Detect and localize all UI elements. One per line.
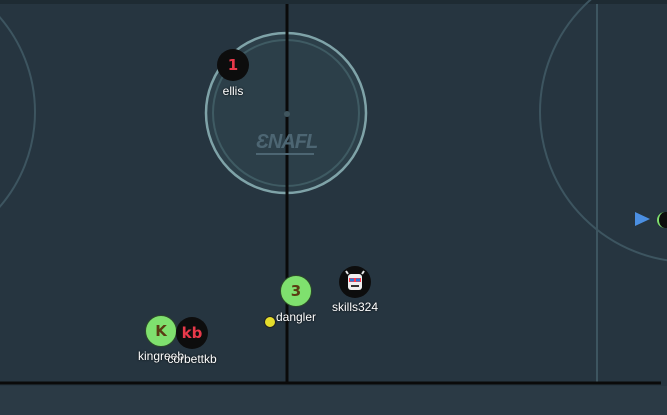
offscreen-player-marker [657, 212, 667, 228]
player-marker-corbettkb[interactable]: kb [176, 317, 208, 349]
player-name: dangler [275, 310, 317, 324]
player-badge: 3 [290, 282, 302, 300]
league-logo: ƐNAFL [256, 131, 318, 153]
player-marker-kingreeb[interactable]: K [145, 315, 177, 347]
offscreen-player-arrow-icon [635, 212, 650, 226]
player-badge: kb [181, 324, 203, 342]
player-badge: 1 [227, 56, 239, 74]
puck [264, 316, 276, 328]
player-marker-ellis[interactable]: 1 [217, 49, 249, 81]
logo-underline [256, 153, 314, 155]
rink [0, 0, 667, 415]
player-name: skills324 [331, 300, 379, 314]
center-dot [284, 111, 290, 117]
player-badge: K [155, 322, 167, 340]
player-name: ellis [222, 84, 244, 98]
player-avatar-skills324[interactable] [339, 266, 371, 298]
player-name: corbettkb [167, 352, 217, 366]
robot-avatar-icon [345, 270, 365, 290]
player-marker-dangler[interactable]: 3 [280, 275, 312, 307]
